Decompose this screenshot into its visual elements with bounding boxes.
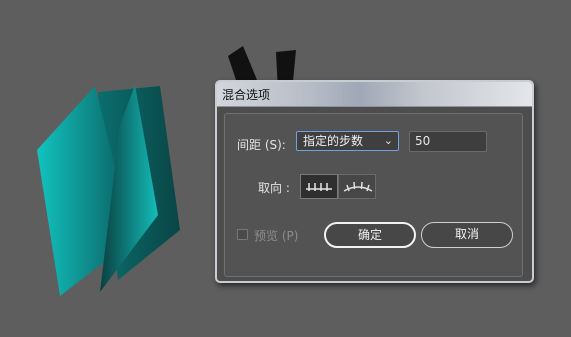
align-to-path-icon: [343, 181, 373, 192]
dialog-titlebar[interactable]: 混合选项: [217, 82, 532, 107]
align-to-path-button[interactable]: [338, 174, 376, 199]
dialog-title: 混合选项: [222, 88, 271, 102]
spacing-label: 间距 (S):: [237, 138, 286, 152]
ok-button[interactable]: 确定: [324, 222, 416, 248]
chevron-down-icon: ⌄: [383, 134, 393, 147]
preview-label: 预览 (P): [254, 229, 299, 243]
spacing-method-value: 指定的步数: [303, 134, 364, 148]
preview-checkbox[interactable]: [237, 229, 248, 240]
cancel-button[interactable]: 取消: [421, 222, 513, 248]
steps-input[interactable]: 50: [409, 131, 487, 152]
align-to-page-icon: [306, 183, 332, 191]
orientation-label: 取向 :: [258, 181, 290, 195]
spacing-method-select[interactable]: 指定的步数 ⌄: [296, 131, 399, 151]
align-to-page-button[interactable]: [300, 174, 338, 199]
